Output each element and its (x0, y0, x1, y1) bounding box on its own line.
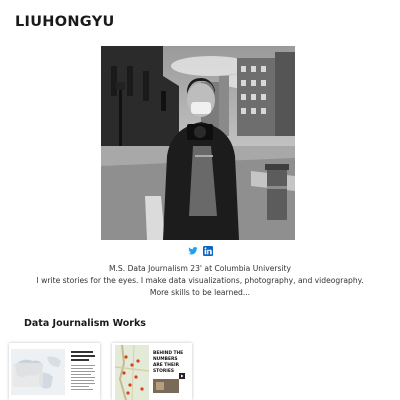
bio-education: M.S. Data Journalism 23' at Columbia Uni… (108, 264, 292, 273)
work-card-behind-the-numbers[interactable]: BEHIND THE NUMBERS ARE THEIR STORIES (112, 343, 192, 400)
card-headline-line3: ARE THEIR (153, 362, 180, 368)
twitter-link[interactable] (187, 246, 198, 256)
behind-the-numbers-thumbnail: BEHIND THE NUMBERS ARE THEIR STORIES (112, 343, 192, 400)
social-links (0, 246, 400, 258)
card-headline-line2: NUMBERS (153, 356, 178, 362)
linkedin-link[interactable] (202, 246, 213, 256)
card-headline-line4: STORIES (153, 368, 174, 374)
twitter-icon (187, 247, 198, 255)
map-article-thumbnail (9, 343, 100, 400)
card-headline-line1: BEHIND THE (153, 350, 183, 356)
profile-photo (101, 46, 295, 240)
bio-skills: More skills to be learned... (149, 288, 251, 297)
bio-description: I write stories for the eyes. I make dat… (36, 276, 364, 285)
site-title[interactable]: LIUHONGYU (15, 14, 115, 30)
linkedin-icon (202, 246, 213, 256)
work-card-map-article[interactable] (9, 343, 100, 400)
section-heading: Data Journalism Works (24, 318, 146, 329)
